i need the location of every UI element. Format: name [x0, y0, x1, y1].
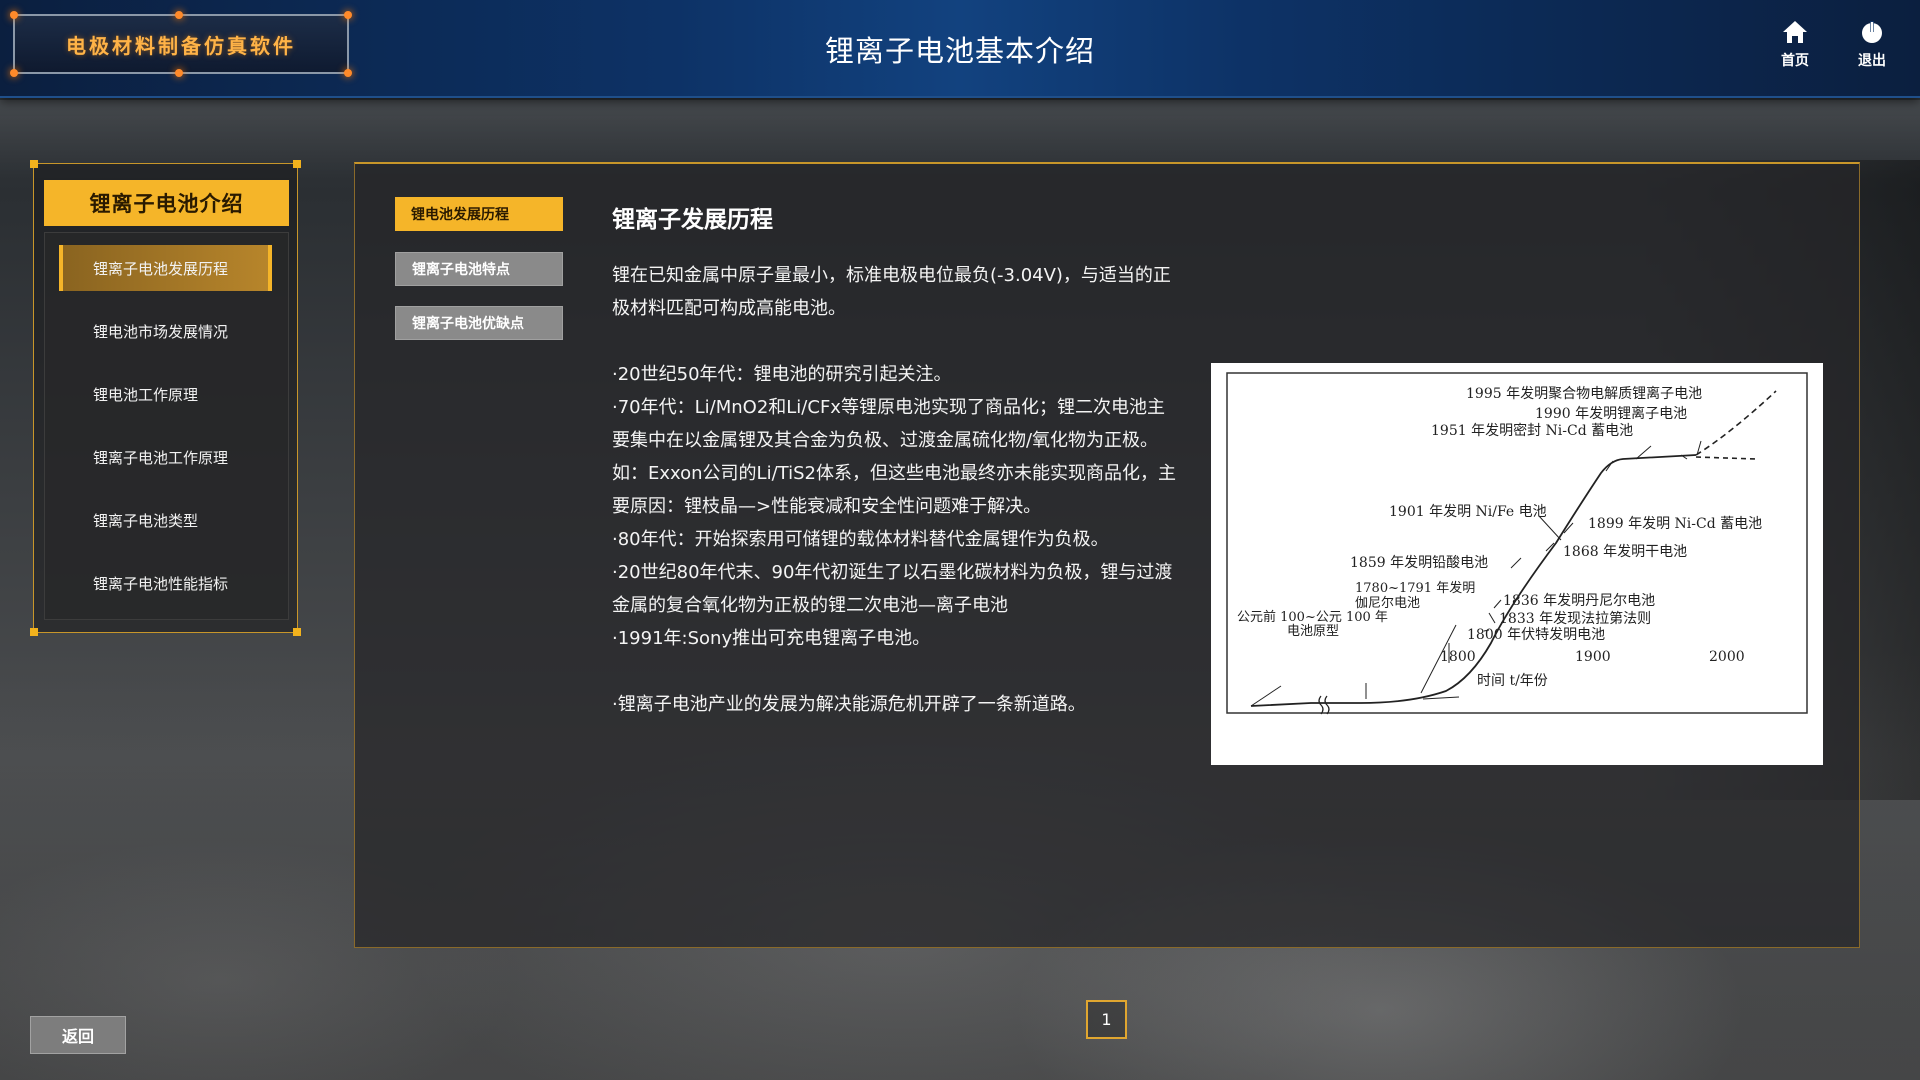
figure-annotation: 1901 年发明 Ni/Fe 电池 [1389, 504, 1547, 520]
sidebar-item-li-ion-principle[interactable]: 锂离子电池工作原理 [59, 434, 272, 480]
figure-annotation: 1990 年发明锂离子电池 [1535, 405, 1687, 422]
leader-line [1488, 612, 1496, 624]
back-button[interactable]: 返回 [30, 1016, 126, 1054]
leader-line [1493, 599, 1502, 609]
content-title: 锂离子发展历程 [612, 207, 773, 233]
logo-corner-dot [10, 11, 18, 19]
figure-annotation: 1780~1791 年发明 [1355, 580, 1475, 596]
figure-annotation: 公元前 100~公元 100 年 [1237, 609, 1388, 625]
logo-corner-dot [344, 69, 352, 77]
x-axis-label: 时间 t/年份 [1477, 673, 1548, 689]
top-header-bar: 电极材料制备仿真软件 锂离子电池基本介绍 首页 退出 [0, 0, 1920, 98]
home-button[interactable]: 首页 [1765, 18, 1825, 78]
figure-annotation: 1836 年发明丹尼尔电池 [1503, 593, 1655, 609]
logo-corner-dot [344, 11, 352, 19]
sidebar-panel: 锂离子电池介绍 锂离子电池发展历程 锂电池市场发展情况 锂电池工作原理 锂离子电… [30, 160, 301, 636]
logo-corner-dot [175, 11, 183, 19]
exit-label: 退出 [1858, 53, 1886, 69]
sidebar-item-lithium-principle[interactable]: 锂电池工作原理 [59, 371, 272, 417]
axis-break [1318, 695, 1324, 715]
figure-annotation: 1859 年发明铅酸电池 [1350, 555, 1488, 571]
figure-annotation: 1995 年发明聚合物电解质锂离子电池 [1466, 385, 1702, 402]
history-bullet: ·1991年:Sony推出可充电锂离子电池。 [612, 628, 931, 649]
sidebar-list: 锂离子电池发展历程 锂电池市场发展情况 锂电池工作原理 锂离子电池工作原理 锂离… [44, 232, 289, 620]
logo-corner-dot [175, 69, 183, 77]
panel-corner [30, 628, 38, 636]
conclusion-paragraph: ·锂离子电池产业的发展为解决能源危机开辟了一条新道路。 [612, 694, 1086, 715]
x-tick-label: 1900 [1575, 649, 1611, 665]
sidebar-item-development-history[interactable]: 锂离子电池发展历程 [59, 245, 272, 291]
exit-button[interactable]: 退出 [1842, 18, 1902, 78]
x-tick-label: 1800 [1440, 649, 1476, 665]
figure-annotation: 伽尼尔电池 [1355, 596, 1420, 611]
content-body: 锂在已知金属中原子量最小，标准电极电位最负(-3.04V)，与适当的正极材料匹配… [612, 259, 1182, 721]
history-bullet: ·70年代：Li/MnO2和Li/CFx等锂原电池实现了商品化；锂二次电池主要集… [612, 397, 1176, 517]
content-panel: 锂电池发展历程 锂离子电池特点 锂离子电池优缺点 锂离子发展历程 锂在已知金属中… [354, 162, 1860, 948]
battery-history-figure: 1995 年发明聚合物电解质锂离子电池 1990 年发明锂离子电池 1951 年… [1211, 363, 1823, 765]
app-logo-box: 电极材料制备仿真软件 [10, 11, 352, 77]
figure-annotation: 电池原型 [1287, 624, 1339, 639]
page-indicator[interactable]: 1 [1086, 1000, 1127, 1039]
panel-corner [293, 628, 301, 636]
leader-line [1510, 557, 1522, 569]
history-bullet: ·80年代：开始探索用可储锂的载体材料替代金属锂作为负极。 [612, 529, 1109, 550]
home-icon [1783, 21, 1807, 43]
x-tick-label: 2000 [1709, 649, 1745, 665]
battery-history-graph: 1995 年发明聚合物电解质锂离子电池 1990 年发明锂离子电池 1951 年… [1226, 372, 1808, 715]
sidebar-item-types[interactable]: 锂离子电池类型 [59, 497, 272, 543]
figure-annotation: 1868 年发明干电池 [1563, 544, 1687, 560]
projection-dashed [1695, 390, 1777, 456]
tab-development-history[interactable]: 锂电池发展历程 [395, 197, 563, 231]
panel-corner [30, 160, 38, 168]
intro-paragraph: 锂在已知金属中原子量最小，标准电极电位最负(-3.04V)，与适当的正极材料匹配… [612, 265, 1171, 319]
power-icon [1862, 21, 1882, 43]
sidebar-title: 锂离子电池介绍 [44, 180, 289, 226]
figure-annotation: 1951 年发明密封 Ni-Cd 蓄电池 [1431, 422, 1633, 439]
home-label: 首页 [1781, 53, 1809, 69]
panel-corner [293, 160, 301, 168]
leader-line [1422, 696, 1460, 700]
history-bullet: ·20世纪80年代末、90年代初诞生了以石墨化碳材料为负极，锂与过渡金属的复合氧… [612, 562, 1173, 616]
tab-features[interactable]: 锂离子电池特点 [395, 252, 563, 286]
figure-annotation: 1833 年发现法拉第法则 [1499, 610, 1651, 627]
leader-line [1250, 685, 1282, 707]
figure-annotation: 1800 年伏特发明电池 [1467, 627, 1605, 643]
sidebar-item-performance[interactable]: 锂离子电池性能指标 [59, 560, 272, 606]
axis-break [1324, 695, 1330, 715]
figure-annotation: 1899 年发明 Ni-Cd 蓄电池 [1588, 516, 1762, 532]
logo-corner-dot [10, 69, 18, 77]
app-logo-text: 电极材料制备仿真软件 [66, 33, 296, 58]
history-bullet: ·20世纪50年代：锂电池的研究引起关注。 [612, 364, 952, 385]
projection-flat [1695, 456, 1757, 460]
tab-pros-cons[interactable]: 锂离子电池优缺点 [395, 306, 563, 340]
sidebar-item-market[interactable]: 锂电池市场发展情况 [59, 308, 272, 354]
